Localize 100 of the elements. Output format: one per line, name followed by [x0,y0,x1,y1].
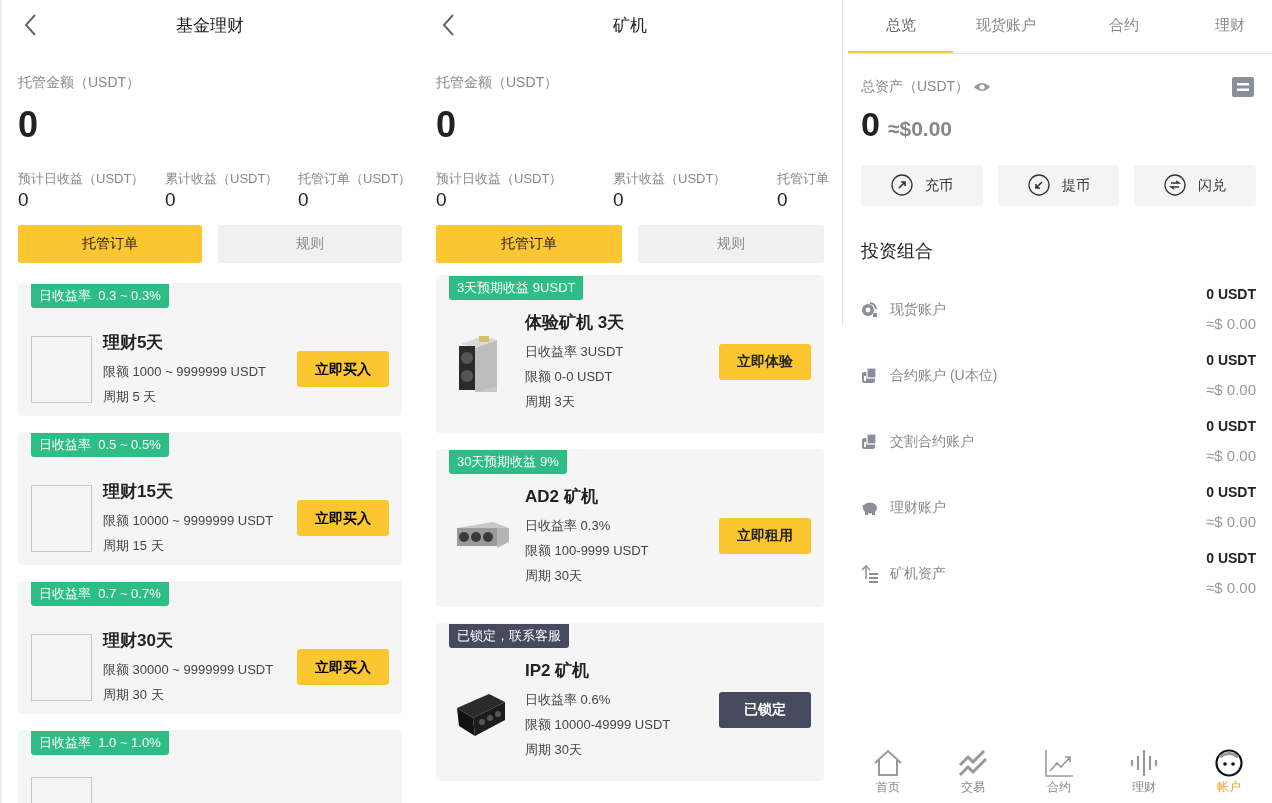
swap-icon [1164,174,1187,196]
nav-item[interactable]: 首页 [845,748,931,797]
limit-text: 限额 10000 ~ 9999999 USDT [103,512,275,530]
product-detail: 周期 3天 [525,393,576,411]
total-label: 总资产（USDT） [861,77,970,96]
swap-button[interactable]: 闪兑 [1134,164,1256,206]
product-name: 理财30天 [103,629,174,652]
stat-label: 累计收益（USDT） [165,170,280,188]
account-name: 交割合约账户 [890,432,974,451]
stat-value: 0 [436,188,447,212]
nav-item[interactable]: 合约 [1015,748,1102,797]
buy-button[interactable]: 立即买入 [297,649,389,686]
account-usd: ≈$ 0.00 [1206,511,1256,532]
tab[interactable]: 合约 [1058,0,1190,53]
account-amount: 0 USDT [1206,548,1256,568]
rent-button[interactable]: 立即体验 [719,343,811,380]
portfolio-title: 投资组合 [861,239,933,263]
tab-button[interactable]: 托管订单 [18,224,202,263]
rate-tag: 日收益率 0.5 ~ 0.5% [31,432,169,457]
product-detail: 限额 100-9999 USDT [525,542,650,560]
line-chart-icon [1043,749,1074,777]
document-icon [861,366,879,385]
amount-label: 托管金额（USDT） [436,73,560,92]
rate-tag: 日收益率 0.7 ~ 0.7% [31,581,169,606]
product-detail: 限额 0-0 USDT [525,368,614,386]
page-title: 矿机 [613,15,647,38]
product-name: 理财15天 [103,480,174,503]
page-title: 基金理财 [176,15,244,38]
buy-button[interactable]: 立即买入 [297,351,389,388]
product-detail: 限额 10000-49999 USDT [525,716,672,734]
amount-value: 0 [18,107,39,143]
stat-value: 0 [777,188,788,212]
account-amount: 0 USDT [1206,482,1256,502]
account-usd: ≈$ 0.00 [1206,313,1256,334]
tab-button[interactable]: 托管订单 [436,224,622,263]
stat-value: 0 [298,188,309,212]
account-name: 现货账户 [890,300,946,319]
amount-value: 0 [436,107,457,143]
account-amount: 0 USDT [1206,350,1256,370]
back-icon[interactable] [24,13,38,37]
tab[interactable]: 总览 [848,0,953,53]
period-text: 周期 15 天 [103,537,165,555]
buy-button[interactable]: 立即买入 [297,500,389,537]
stat-value: 0 [18,188,29,212]
image-placeholder [31,484,92,552]
stat-value: 0 [165,188,176,212]
period-text: 周期 30 天 [103,686,165,704]
menu-icon[interactable] [1232,76,1254,97]
stat-label: 累计收益（USDT） [613,170,728,188]
total-usd: ≈$0.00 [887,116,952,142]
product-name: IP2 矿机 [525,659,591,682]
rate-tag: 日收益率 0.3 ~ 0.3% [31,283,169,308]
account-amount: 0 USDT [1206,284,1256,304]
home-icon [872,749,903,777]
withdraw-button[interactable]: 提币 [997,164,1120,206]
product-name: AD2 矿机 [525,485,599,508]
document-icon [861,432,879,451]
product-tag: 已锁定，联系客服 [449,623,569,648]
account-name: 矿机资产 [890,564,946,583]
image-placeholder [31,335,92,403]
image-placeholder [31,633,92,701]
locked-button[interactable]: 已锁定 [719,691,811,728]
zigzag-lines-icon [958,749,989,777]
product-detail: 日收益率 0.6% [525,691,612,709]
account-name: 合约账户 (U本位) [890,366,998,385]
coins-icon [861,300,879,319]
rent-button[interactable]: 立即租用 [719,517,811,554]
amount-label: 托管金额（USDT） [18,73,142,92]
bars-icon [1128,749,1159,777]
product-detail: 周期 30天 [525,741,584,759]
product-detail: 日收益率 3USDT [525,343,625,361]
deposit-button[interactable]: 充币 [861,164,983,206]
eye-icon[interactable] [973,80,992,93]
stat-label: 托管订单（USDT） [298,170,413,188]
total-value: 0 [861,107,880,141]
account-usd: ≈$ 0.00 [1206,379,1256,400]
account-icon [1214,749,1245,777]
stat-label: 预计日收益（USDT） [18,170,146,188]
product-name: 体验矿机 3天 [525,311,626,334]
product-name: 理财5天 [103,331,165,354]
account-usd: ≈$ 0.00 [1206,445,1256,466]
stat-value: 0 [613,188,624,212]
tab[interactable]: 现货账户 [953,0,1058,53]
product-detail: 周期 30天 [525,567,584,585]
product-tag: 30天预期收益 9% [449,449,567,474]
limit-text: 限额 30000 ~ 9999999 USDT [103,661,275,679]
tab[interactable]: 理财 [1190,0,1270,53]
account-usd: ≈$ 0.00 [1206,577,1256,598]
product-detail: 日收益率 0.3% [525,517,612,535]
back-icon[interactable] [442,13,456,37]
account-name: 理财账户 [890,498,946,517]
pickaxe-list-icon [861,564,879,583]
nav-item[interactable]: 理财 [1101,748,1187,797]
limit-text: 限额 1000 ~ 9999999 USDT [103,363,267,381]
nav-item[interactable]: 交易 [930,748,1016,797]
product-tag: 3天预期收益 9USDT [449,275,584,300]
rate-tag: 日收益率 1.0 ~ 1.0% [31,730,169,755]
period-text: 周期 5 天 [103,388,158,406]
account-amount: 0 USDT [1206,416,1256,436]
stat-label: 预计日收益（USDT） [436,170,564,188]
